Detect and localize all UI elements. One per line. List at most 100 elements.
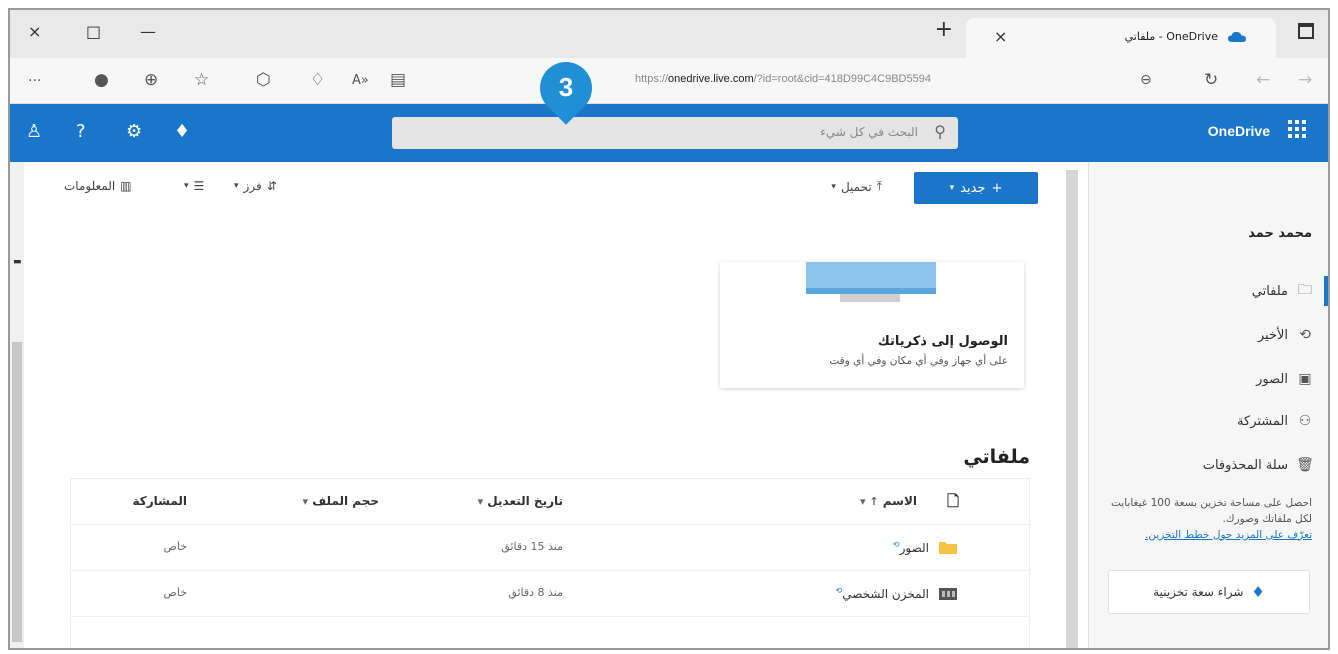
file-name[interactable]: الصور⟲ (893, 540, 929, 555)
card-title: الوصول إلى ذكرياتك (877, 334, 1008, 349)
help-icon[interactable]: ? (76, 121, 86, 142)
photos-icon: ▣ (1298, 371, 1312, 387)
table-row[interactable]: المخزن الشخصي⟲ منذ 8 دقائق خاص (71, 571, 1029, 617)
nav-item-shared[interactable]: ⚇ المشتركة (1237, 408, 1314, 434)
more-icon[interactable]: ··· (28, 73, 41, 89)
chevron-down-icon: ▾ (831, 181, 836, 192)
navigation-pane: محمد حمد 🗀 ملفاتي ⟲ الأخير ▣ الصور ⚇ الم… (1088, 162, 1328, 648)
section-title: ملفاتي (963, 446, 1030, 468)
account-icon[interactable]: ♙ (26, 121, 42, 142)
info-label: المعلومات (64, 179, 116, 193)
back-icon[interactable]: → (1298, 70, 1312, 90)
url-text[interactable]: https://onedrive.live.com/?id=root&cid=4… (635, 73, 931, 85)
step-marker-number: 3 (558, 72, 574, 102)
title-bar: × □ — + × OneDrive - ملفاتي (10, 10, 1328, 58)
read-aloud-icon[interactable]: A» (352, 73, 369, 88)
search-placeholder: البحث في كل شيء (820, 125, 918, 139)
trash-icon: 🗑 (1296, 457, 1314, 473)
search-box[interactable]: ⚲ البحث في كل شيء (392, 117, 958, 149)
storage-plans-link[interactable]: تعرّف على المزيد حول خطط التخزين. (1106, 528, 1312, 544)
nav-item-label: ملفاتي (1251, 283, 1288, 299)
upload-button[interactable]: ⤒ تحميل ▾ (831, 179, 882, 194)
nav-item-recent[interactable]: ⟲ الأخير (1258, 322, 1314, 348)
window-minimize-button[interactable]: — (140, 22, 156, 41)
user-name: محمد حمد (1248, 226, 1312, 241)
extensions-icon[interactable]: ⬡ (256, 70, 271, 90)
new-tab-button[interactable]: + (935, 17, 953, 42)
info-button[interactable]: ▥ المعلومات (64, 179, 132, 193)
brand-name[interactable]: OneDrive (1208, 123, 1270, 139)
premium-diamond-icon[interactable]: ♦ (174, 121, 190, 142)
chevron-down-icon: ▾ (234, 181, 239, 191)
profile-icon[interactable]: ● (94, 70, 109, 90)
column-size-header[interactable]: حجم الملف ▾ (303, 494, 379, 508)
column-modified-header[interactable]: تاريخ التعديل ▾ (478, 494, 563, 508)
settings-icon[interactable]: ⚙ (126, 121, 142, 142)
personal-vault-icon (939, 588, 957, 600)
upload-label: تحميل (840, 179, 872, 194)
content-scrollbar[interactable] (1066, 170, 1078, 648)
buy-storage-label: شراء سعة تخزينية (1153, 585, 1244, 599)
command-bar: + جديد ▾ ⤒ تحميل ▾ ⇵ فرز ▾ ☰ ▾ ▥ المعلوم… (24, 162, 1070, 212)
storage-promo: احصل على مساحة تخزين بسعة 100 غيغابايت ل… (1106, 496, 1312, 543)
diamond-icon: ♦ (1251, 583, 1265, 601)
table-header-row: 🗋 الاسم ↑ ▾ تاريخ التعديل ▾ حجم الملف ▾ … (71, 479, 1029, 525)
file-type-icon[interactable]: 🗋 (947, 491, 959, 516)
nav-item-label: سلة المحذوفات (1202, 457, 1288, 473)
lock-icon[interactable]: ⊖ (1140, 72, 1152, 88)
tab-close-button[interactable]: × (994, 27, 1007, 46)
immersive-reader-icon[interactable]: ▤ (390, 70, 406, 90)
tab-title: OneDrive - ملفاتي (1124, 30, 1218, 43)
buy-storage-button[interactable]: ♦ شراء سعة تخزينية (1108, 570, 1310, 614)
chevron-down-icon: ▾ (184, 181, 189, 191)
file-name[interactable]: المخزن الشخصي⟲ (836, 586, 929, 601)
file-sharing: خاص (163, 586, 187, 599)
active-indicator (1324, 276, 1328, 306)
tab-actions-icon[interactable] (1298, 23, 1314, 39)
scroll-up-arrow[interactable]: ▬ (13, 257, 22, 267)
nav-item-photos[interactable]: ▣ الصور (1256, 366, 1314, 392)
nav-item-label: المشتركة (1237, 413, 1288, 429)
nav-item-my-files[interactable]: 🗀 ملفاتي (1252, 278, 1314, 304)
window-close-button[interactable]: × (28, 22, 41, 41)
new-button[interactable]: + جديد ▾ (914, 172, 1038, 204)
browser-window: × □ — + × OneDrive - ملفاتي ··· ● ⊕ ☆ ⬡ … (8, 8, 1330, 650)
upload-icon: ⤒ (876, 179, 882, 193)
sort-icon: ⇵ (266, 179, 277, 193)
favorites-icon[interactable]: ☆ (194, 70, 209, 90)
sync-icon: ⟲ (892, 540, 900, 549)
forward-icon[interactable]: ← (1256, 70, 1270, 90)
column-name-header[interactable]: الاسم ↑ ▾ (860, 494, 917, 508)
chevron-down-icon: ▾ (949, 183, 955, 193)
monitor-illustration (806, 262, 936, 294)
memories-card[interactable]: الوصول إلى ذكرياتك على أي جهاز وفي أي مك… (720, 262, 1024, 388)
folder-icon (939, 542, 957, 554)
scrollbar-thumb[interactable] (12, 342, 22, 642)
refresh-icon[interactable]: ↻ (1204, 70, 1218, 90)
app-launcher-icon[interactable] (1288, 120, 1306, 138)
favorite-add-icon[interactable]: ♢ (310, 70, 325, 90)
folder-icon: 🗀 (1298, 282, 1312, 298)
url-domain: onedrive.live.com (668, 73, 754, 85)
nav-item-recycle-bin[interactable]: 🗑 سلة المحذوفات (1203, 452, 1314, 478)
view-options-button[interactable]: ☰ ▾ (184, 179, 204, 193)
page-scrollbar[interactable]: ▬ (10, 162, 24, 648)
table-row[interactable]: الصور⟲ منذ 15 دقائق خاص (71, 525, 1029, 571)
shared-icon: ⚇ (1298, 413, 1312, 429)
promo-text: احصل على مساحة تخزين بسعة 100 غيغابايت ل… (1110, 497, 1312, 525)
monitor-stand-illustration (840, 294, 900, 302)
history-icon: ⟲ (1299, 327, 1311, 343)
window-restore-button[interactable]: □ (86, 22, 101, 41)
column-sharing-header[interactable]: المشاركة (132, 494, 187, 508)
collections-icon[interactable]: ⊕ (144, 70, 158, 90)
address-bar: ··· ● ⊕ ☆ ⬡ ♢ A» ▤ https://onedrive.live… (10, 58, 1328, 104)
file-sharing: خاص (163, 540, 187, 553)
file-modified: منذ 8 دقائق (508, 586, 563, 599)
sort-button[interactable]: ⇵ فرز ▾ (234, 179, 277, 193)
nav-item-label: الصور (1256, 371, 1288, 387)
card-subtitle: على أي جهاز وفي أي مكان وفي أي وقت (829, 355, 1008, 367)
nav-item-label: الأخير (1257, 327, 1288, 343)
browser-tab[interactable]: × OneDrive - ملفاتي (966, 18, 1276, 58)
files-table: 🗋 الاسم ↑ ▾ تاريخ التعديل ▾ حجم الملف ▾ … (70, 478, 1030, 648)
info-pane-icon: ▥ (120, 179, 132, 193)
